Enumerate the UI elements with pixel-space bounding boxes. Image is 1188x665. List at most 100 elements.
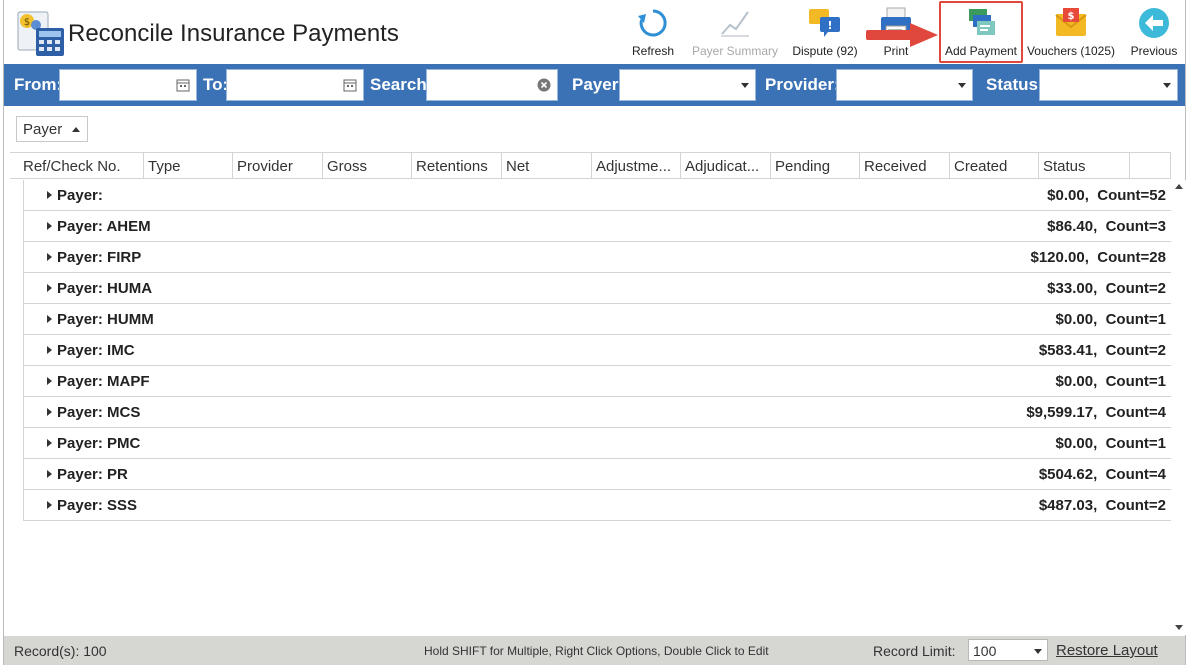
previous-label: Previous: [1130, 44, 1178, 58]
group-count: Count=3: [1105, 218, 1166, 235]
group-amount: $33.00: [1047, 280, 1094, 297]
column-header-created[interactable]: Created: [950, 153, 1039, 179]
header: $ Reconcile Insurance Payments Refresh P…: [4, 0, 1185, 64]
group-row[interactable]: Payer: PR $504.62, Count=4: [24, 459, 1171, 490]
svg-text:!: !: [827, 19, 832, 32]
group-summary: $487.03, Count=2: [1038, 497, 1166, 514]
dispute-label: Dispute (92): [792, 44, 858, 58]
expand-icon[interactable]: [47, 315, 52, 323]
group-row[interactable]: Payer: PMC $0.00, Count=1: [24, 428, 1171, 459]
group-count: Count=4: [1105, 404, 1166, 421]
record-limit-select[interactable]: 100: [968, 639, 1048, 661]
group-count: Count=52: [1097, 187, 1166, 204]
group-amount: $583.41: [1038, 342, 1094, 359]
page-title: Reconcile Insurance Payments: [68, 20, 399, 47]
expand-icon[interactable]: [47, 377, 52, 385]
chevron-down-icon: [1163, 83, 1171, 88]
group-row[interactable]: Payer: $0.00, Count=52: [24, 180, 1171, 211]
add-payment-icon: [969, 9, 995, 35]
column-header-status[interactable]: Status: [1039, 153, 1130, 179]
dispute-button[interactable]: ! Dispute (92): [788, 2, 862, 62]
group-row[interactable]: Payer: HUMA $33.00, Count=2: [24, 273, 1171, 304]
sort-ascending-icon[interactable]: [72, 127, 80, 132]
expand-icon[interactable]: [47, 439, 52, 447]
chevron-down-icon: [958, 83, 966, 88]
calendar-icon[interactable]: [343, 78, 357, 92]
calculator-dollar-icon: $: [17, 11, 64, 56]
group-summary: $0.00, Count=1: [1055, 435, 1166, 452]
from-date-field[interactable]: [59, 69, 197, 101]
group-summary: $0.00, Count=1: [1055, 373, 1166, 390]
expand-icon[interactable]: [47, 191, 52, 199]
payer-label: Payer:: [572, 75, 624, 94]
provider-label: Provider:: [765, 75, 840, 94]
column-header-provider[interactable]: Provider: [233, 153, 323, 179]
expand-icon[interactable]: [47, 346, 52, 354]
vouchers-button[interactable]: $ Vouchers (1025): [1026, 2, 1116, 62]
group-summary: $86.40, Count=3: [1047, 218, 1166, 235]
usage-hint: Hold SHIFT for Multiple, Right Click Opt…: [424, 644, 769, 658]
group-row[interactable]: Payer: FIRP $120.00, Count=28: [24, 242, 1171, 273]
column-header-net[interactable]: Net: [502, 153, 592, 179]
status-select[interactable]: [1039, 69, 1178, 101]
column-header-retentions[interactable]: Retentions: [412, 153, 502, 179]
group-name: Payer: IMC: [57, 342, 135, 359]
expand-icon[interactable]: [47, 470, 52, 478]
column-header-adjudicated[interactable]: Adjudicat...: [681, 153, 771, 179]
group-amount: $0.00: [1055, 435, 1094, 452]
scroll-up-icon[interactable]: [1175, 184, 1183, 189]
group-count: Count=2: [1105, 342, 1166, 359]
group-count: Count=4: [1105, 466, 1166, 483]
scroll-down-icon[interactable]: [1175, 625, 1183, 630]
group-amount: $120.00: [1030, 249, 1085, 266]
line-chart-icon: [721, 11, 749, 37]
column-header-received[interactable]: Received: [860, 153, 950, 179]
group-name: Payer: FIRP: [57, 249, 142, 266]
back-arrow-icon: [1139, 8, 1169, 38]
previous-button[interactable]: Previous: [1124, 2, 1184, 62]
from-label: From:: [14, 75, 63, 94]
expand-icon[interactable]: [47, 408, 52, 416]
group-row[interactable]: Payer: IMC $583.41, Count=2: [24, 335, 1171, 366]
group-row[interactable]: Payer: MAPF $0.00, Count=1: [24, 366, 1171, 397]
group-row[interactable]: Payer: SSS $487.03, Count=2: [24, 490, 1171, 521]
group-name: Payer: PMC: [57, 435, 141, 452]
expand-icon[interactable]: [47, 501, 52, 509]
payer-summary-button[interactable]: Payer Summary: [690, 2, 780, 62]
expand-icon[interactable]: [47, 284, 52, 292]
column-header-type[interactable]: Type: [144, 153, 233, 179]
refresh-button[interactable]: Refresh: [626, 2, 680, 62]
column-header-adjustments[interactable]: Adjustme...: [592, 153, 681, 179]
column-header-pending[interactable]: Pending: [771, 153, 860, 179]
app-window: $ Reconcile Insurance Payments Refresh P…: [3, 0, 1187, 665]
calendar-icon[interactable]: [176, 78, 190, 92]
restore-layout-link[interactable]: Restore Layout: [1056, 642, 1158, 659]
group-row[interactable]: Payer: HUMM $0.00, Count=1: [24, 304, 1171, 335]
group-by-chip[interactable]: Payer: [16, 116, 88, 142]
group-row[interactable]: Payer: AHEM $86.40, Count=3: [24, 211, 1171, 242]
expand-icon[interactable]: [47, 222, 52, 230]
payer-summary-label: Payer Summary: [691, 44, 779, 58]
group-amount: $504.62: [1038, 466, 1094, 483]
svg-text:$: $: [1068, 11, 1075, 22]
column-header-ref-check[interactable]: Ref/Check No.: [10, 153, 144, 179]
envelope-dollar-icon: $: [1055, 8, 1087, 36]
record-limit-label: Record Limit:: [873, 643, 956, 659]
group-row[interactable]: Payer: MCS $9,599.17, Count=4: [24, 397, 1171, 428]
expand-icon[interactable]: [47, 253, 52, 261]
record-limit-value: 100: [973, 643, 997, 659]
group-name: Payer:: [57, 187, 103, 204]
add-payment-button[interactable]: Add Payment: [940, 2, 1022, 62]
group-name: Payer: HUMA: [57, 280, 153, 297]
payer-select[interactable]: [619, 69, 756, 101]
group-by-label: Payer: [23, 121, 63, 138]
vertical-scrollbar[interactable]: [1171, 180, 1187, 635]
provider-select[interactable]: [836, 69, 973, 101]
search-label: Search:: [370, 75, 433, 94]
to-date-field[interactable]: [226, 69, 364, 101]
record-count: Record(s): 100: [14, 643, 107, 659]
column-header-gross[interactable]: Gross: [323, 153, 412, 179]
clear-icon[interactable]: [537, 78, 551, 92]
search-input[interactable]: [426, 69, 558, 101]
group-summary: $504.62, Count=4: [1038, 466, 1166, 483]
